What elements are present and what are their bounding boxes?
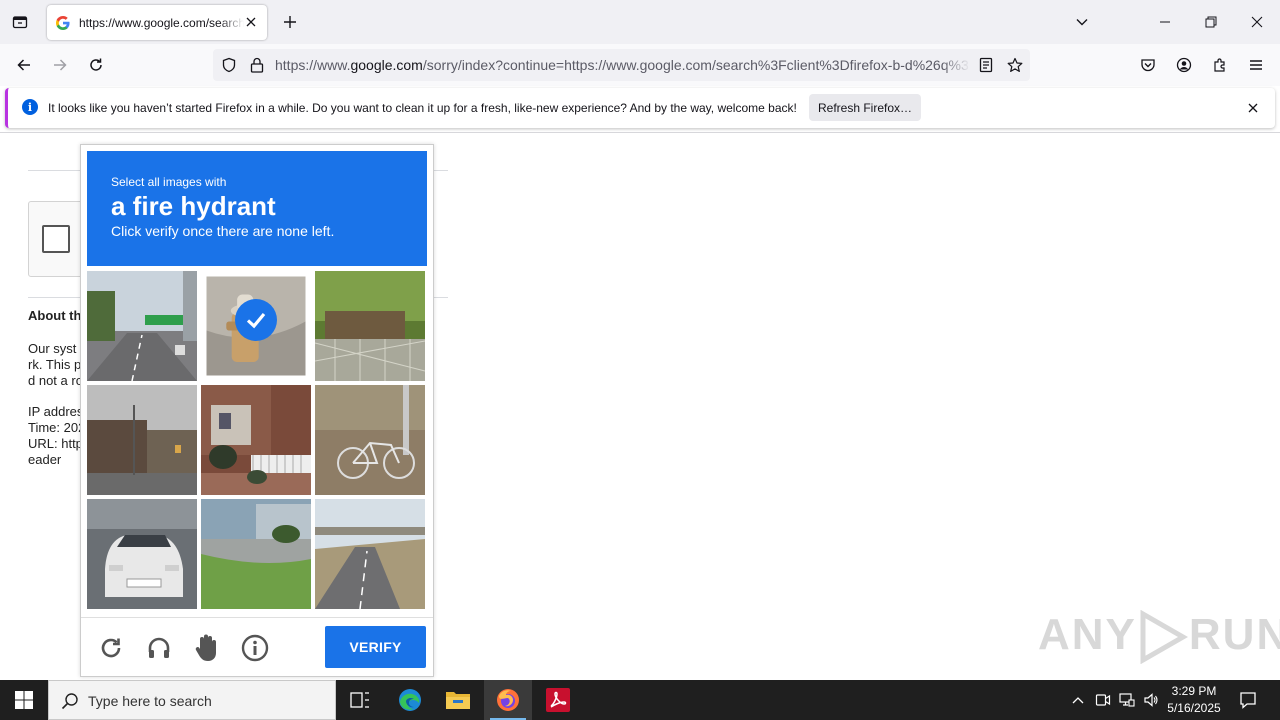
lock-icon[interactable] xyxy=(247,55,267,75)
acrobat-reader-icon[interactable] xyxy=(534,680,582,720)
anyrun-watermark: ANY RUN xyxy=(1038,610,1280,665)
recaptcha-checkbox[interactable] xyxy=(42,225,70,253)
close-window-icon[interactable] xyxy=(1245,10,1269,34)
page-text-line: d not a ro xyxy=(28,373,83,388)
network-icon[interactable] xyxy=(1116,680,1138,720)
report-hand-icon[interactable] xyxy=(191,632,223,664)
bookmark-star-icon[interactable] xyxy=(1005,55,1025,75)
image-tile[interactable] xyxy=(87,499,197,609)
show-hidden-icons-chevron-icon[interactable] xyxy=(1068,680,1088,720)
help-info-icon[interactable] xyxy=(239,632,271,664)
page-text-line: rk. This p xyxy=(28,357,82,372)
image-tile[interactable] xyxy=(315,385,425,495)
page-text-line: URL: http xyxy=(28,436,83,451)
firefox-taskbar-icon[interactable] xyxy=(484,680,532,720)
app-menu-hamburger-icon[interactable] xyxy=(1244,53,1268,77)
tracking-protection-shield-icon[interactable] xyxy=(219,55,239,75)
refresh-firefox-button[interactable]: Refresh Firefox… xyxy=(809,94,921,121)
minimize-window-icon[interactable] xyxy=(1153,10,1177,34)
url-prefix: https://www. xyxy=(275,57,351,73)
recaptcha-challenge-popup: Select all images with a fire hydrant Cl… xyxy=(80,144,434,677)
extensions-puzzle-icon[interactable] xyxy=(1208,53,1232,77)
firefox-view-icon[interactable] xyxy=(8,10,32,34)
tab-google-search[interactable]: https://www.google.com/search xyxy=(47,5,267,40)
play-logo-icon xyxy=(1140,610,1188,665)
image-tile[interactable] xyxy=(315,499,425,609)
verify-button[interactable]: VERIFY xyxy=(325,626,426,668)
about-page-heading: About th xyxy=(28,308,82,323)
task-view-icon[interactable] xyxy=(336,680,384,720)
search-placeholder: Type here to search xyxy=(88,693,212,709)
page-text-line: IP addres xyxy=(28,404,84,419)
windows-taskbar: Type here to search 3:29 PM 5/16/2025 xyxy=(0,680,1280,720)
tab-strip: https://www.google.com/search xyxy=(0,0,1280,44)
reload-challenge-icon[interactable] xyxy=(95,632,127,664)
account-icon[interactable] xyxy=(1172,53,1196,77)
edge-browser-icon[interactable] xyxy=(386,680,434,720)
url-text[interactable]: https://www.google.com/sorry/index?conti… xyxy=(275,57,970,73)
url-rest: /sorry/index?continue=https://www.google… xyxy=(422,57,970,73)
forward-arrow-icon[interactable] xyxy=(48,53,72,77)
image-tile[interactable] xyxy=(201,499,311,609)
watermark-right: RUN xyxy=(1188,610,1280,659)
image-tile[interactable] xyxy=(201,271,311,381)
instruction-small-text: Select all images with xyxy=(111,175,227,189)
reload-icon[interactable] xyxy=(84,53,108,77)
taskbar-search-box[interactable]: Type here to search xyxy=(48,680,336,720)
image-tile[interactable] xyxy=(201,385,311,495)
page-text-line: eader xyxy=(28,452,62,467)
restore-window-icon[interactable] xyxy=(1199,10,1223,34)
footer-divider xyxy=(81,617,433,618)
instruction-target: a fire hydrant xyxy=(111,191,276,221)
pocket-icon[interactable] xyxy=(1136,53,1160,77)
back-arrow-icon[interactable] xyxy=(12,53,36,77)
image-tile[interactable] xyxy=(87,385,197,495)
info-icon: i xyxy=(22,99,38,115)
watermark-left: ANY xyxy=(1038,610,1137,659)
meet-now-icon[interactable] xyxy=(1092,680,1114,720)
selected-check-icon xyxy=(235,299,277,341)
close-notification-icon[interactable] xyxy=(1245,100,1261,116)
clock-time: 3:29 PM xyxy=(1171,684,1217,698)
instruction-subtext: Click verify once there are none left. xyxy=(111,223,335,239)
image-tile[interactable] xyxy=(315,271,425,381)
action-center-notification-icon[interactable] xyxy=(1234,680,1262,720)
url-domain: google.com xyxy=(350,57,423,73)
image-tile[interactable] xyxy=(87,271,197,381)
navigation-toolbar: https://www.google.com/sorry/index?conti… xyxy=(0,44,1280,86)
tab-close-icon[interactable] xyxy=(243,14,259,30)
search-icon xyxy=(61,693,78,710)
challenge-instructions: Select all images with a fire hydrant Cl… xyxy=(87,151,427,266)
list-all-tabs-chevron-icon[interactable] xyxy=(1072,12,1092,32)
page-text-line: Time: 202 xyxy=(28,420,86,435)
image-grid xyxy=(87,271,427,611)
page-text-line: Our syst xyxy=(28,341,77,356)
refresh-firefox-notification: i It looks like you haven’t started Fire… xyxy=(5,88,1275,128)
google-favicon-icon xyxy=(55,15,71,31)
taskbar-clock[interactable]: 3:29 PM 5/16/2025 xyxy=(1160,683,1228,717)
windows-start-icon[interactable] xyxy=(0,680,48,720)
notification-message: It looks like you haven’t started Firefo… xyxy=(48,101,797,115)
audio-challenge-headphones-icon[interactable] xyxy=(143,632,175,664)
reader-view-icon[interactable] xyxy=(976,55,996,75)
new-tab-plus-icon[interactable] xyxy=(280,12,300,32)
address-bar[interactable]: https://www.google.com/sorry/index?conti… xyxy=(213,49,1030,81)
clock-date: 5/16/2025 xyxy=(1167,701,1221,715)
volume-speaker-icon[interactable] xyxy=(1140,680,1162,720)
file-explorer-folder-icon[interactable] xyxy=(434,680,482,720)
tab-title: https://www.google.com/search xyxy=(79,15,244,30)
